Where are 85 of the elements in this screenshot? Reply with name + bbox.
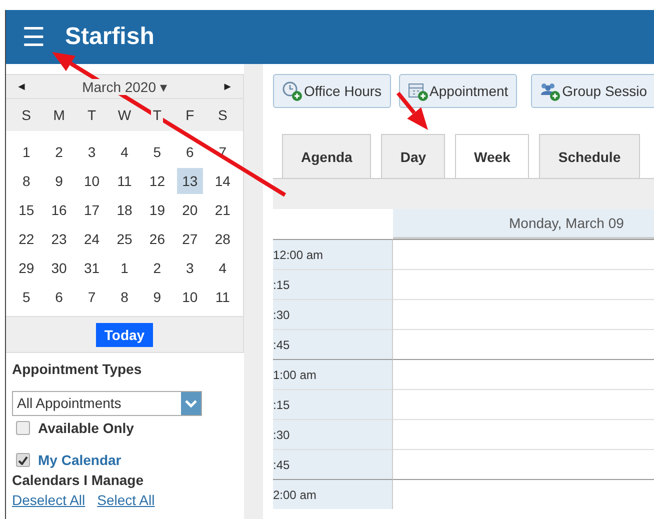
checkbox-label: Available Only [38,420,134,436]
calendar-day[interactable]: 25 [111,226,138,252]
calendar-day[interactable]: 24 [78,226,106,252]
view-tab[interactable]: Week [455,134,530,178]
calendar-day[interactable]: 12 [144,168,171,194]
calendar-day[interactable]: 7 [78,284,106,310]
next-month-button[interactable]: ► [222,80,233,92]
weekday-label: S [20,107,34,123]
calendar-day[interactable]: 19 [144,197,171,223]
calendar-day[interactable]: 16 [46,197,72,223]
weekday-label: T [86,107,98,123]
time-label: :15 [273,389,393,419]
view-tab[interactable]: Agenda [282,134,372,178]
calendar-day[interactable]: 4 [209,255,236,281]
people-add-icon [540,81,560,101]
app-title: Starfish [65,23,154,51]
calendar-day[interactable]: 2 [144,255,171,281]
calendar-day[interactable]: 6 [46,284,72,310]
calendar-day[interactable]: 6 [176,139,204,165]
calendar-day[interactable]: 18 [111,197,138,223]
calendar-day[interactable]: 17 [78,197,106,223]
calendar-day[interactable]: 3 [176,255,204,281]
calendar-day[interactable]: 15 [13,197,40,223]
calendar-day[interactable]: 10 [176,284,204,310]
view-tab[interactable]: Schedule [539,134,640,178]
calendar-day[interactable]: 14 [209,168,236,194]
calendar-day[interactable]: 1 [13,139,40,165]
day-column-header: Monday, March 09 [393,209,654,239]
today-button[interactable]: Today [96,322,153,346]
weekday-label: T [150,107,164,123]
calendar-add-icon [408,81,428,101]
time-label: 12:00 am [273,239,393,269]
appointment-type-select[interactable]: All Appointments [12,391,202,416]
time-label: :30 [273,299,393,329]
view-tab[interactable]: Day [381,134,446,178]
calendar-day[interactable]: 27 [176,226,204,252]
weekday-label: M [51,107,67,123]
calendar-day[interactable]: 22 [13,226,40,252]
time-label: 1:00 am [273,359,393,389]
previous-month-button[interactable]: ◄ [16,80,27,92]
calendar-day[interactable]: 9 [144,284,171,310]
month-selector[interactable]: March 2020 ▾ [80,78,169,94]
time-label: 2:00 am [273,479,393,509]
weekday-label: F [184,107,196,123]
annotation-arrow [396,92,428,130]
calendar-day[interactable]: 2 [46,139,72,165]
calendar-day[interactable]: 21 [209,197,236,223]
time-label: :30 [273,419,393,449]
calendar-day[interactable]: 29 [13,255,40,281]
section-heading: Calendars I Manage [12,472,144,488]
chevron-down-icon [185,400,197,408]
calendar-day[interactable]: 31 [78,255,106,281]
calendar-day[interactable]: 26 [144,226,171,252]
calendar-day[interactable]: 5 [13,284,40,310]
checkbox-label: My Calendar [38,452,122,468]
calendar-day[interactable]: 8 [13,168,40,194]
calendar-day[interactable]: 13 [176,168,204,194]
toolbar-button[interactable]: Office Hours [273,74,391,108]
calendar-day[interactable]: 28 [209,226,236,252]
link[interactable]: Select All [97,492,155,508]
calendar-day[interactable]: 3 [78,139,106,165]
calendar-day[interactable]: 30 [46,255,72,281]
checkbox[interactable] [16,421,30,435]
toolbar-button[interactable]: Group Sessio [531,74,654,108]
menu-button[interactable]: ☰ [22,24,45,50]
calendar-day[interactable]: 10 [78,168,106,194]
section-heading: Appointment Types [12,361,143,377]
time-label: :45 [273,449,393,479]
weekday-label: W [116,107,134,123]
calendar-day[interactable]: 4 [111,139,138,165]
checkbox[interactable] [16,453,30,467]
calendar-day[interactable]: 11 [209,284,236,310]
time-label: :15 [273,269,393,299]
weekday-label: S [216,107,230,123]
clock-add-icon [282,81,302,101]
calendar-day[interactable]: 1 [111,255,138,281]
calendar-day[interactable]: 11 [111,168,138,194]
calendar-day[interactable]: 5 [144,139,171,165]
calendar-day[interactable]: 8 [111,284,138,310]
time-label: :45 [273,329,393,359]
calendar-day[interactable]: 23 [46,226,72,252]
link[interactable]: Deselect All [12,492,86,508]
calendar-day[interactable]: 9 [46,168,72,194]
calendar-day[interactable]: 20 [176,197,204,223]
toolbar-button[interactable]: Appointment [398,74,518,108]
